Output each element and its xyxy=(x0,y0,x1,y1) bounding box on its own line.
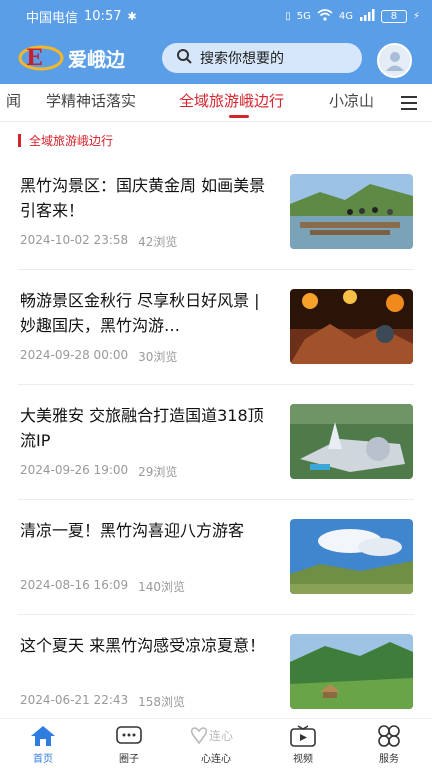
search-placeholder: 搜索你想要的 xyxy=(200,51,284,67)
news-item[interactable]: 清凉一夏！黑竹沟喜迎八方游客 2024-08-16 16:09 140浏览 xyxy=(0,500,432,615)
news-date: 2024-08-16 16:09 xyxy=(20,578,129,592)
tab-news[interactable]: 闻 xyxy=(6,90,21,111)
news-thumbnail xyxy=(290,289,413,364)
active-tab-indicator xyxy=(229,115,249,118)
network-label: 5G xyxy=(296,10,311,22)
news-item[interactable]: 黑竹沟景区：国庆黄金周 如画美景引客来！ 2024-10-02 23:58 42浏… xyxy=(0,155,432,270)
news-views: 42浏览 xyxy=(138,235,178,249)
news-thumbnail xyxy=(290,519,413,594)
app-logo: E 爱峨边 xyxy=(18,43,125,73)
nav-circle[interactable]: 圈子 xyxy=(99,719,159,768)
nav-service[interactable]: 服务 xyxy=(359,719,419,768)
category-tabs: 闻 学精神话落实 全域旅游峨边行 小凉山 xyxy=(0,84,432,122)
svg-text:E: E xyxy=(26,45,43,71)
bottom-nav: 首页 圈子 连心 心连心 视频 服务 xyxy=(0,718,432,768)
status-bar: 中国电信 10:57 ✱ ▯ 5G 4G 8 ⚡ xyxy=(0,0,432,32)
news-title: 清凉一夏！黑竹沟喜迎八方游客 xyxy=(20,521,245,540)
news-item[interactable]: 这个夏天 来黑竹沟感受凉凉夏意！ 2024-06-21 22:43 158浏览 xyxy=(0,615,432,730)
news-date: 2024-09-28 00:00 xyxy=(20,348,129,362)
tab-tourism[interactable]: 全域旅游峨边行 xyxy=(179,90,284,111)
tab-study-spirit[interactable]: 学精神话落实 xyxy=(46,90,136,111)
news-thumbnail xyxy=(290,634,413,709)
search-icon xyxy=(176,48,192,68)
signal-bars-icon xyxy=(359,8,375,24)
clock: 10:57 xyxy=(84,8,122,24)
avatar[interactable] xyxy=(377,43,412,78)
user-icon xyxy=(385,51,404,71)
app-name: 爱峨边 xyxy=(68,48,126,71)
home-icon xyxy=(31,726,55,746)
nav-video-label: 视频 xyxy=(293,754,313,765)
nav-circle-label: 圈子 xyxy=(119,754,139,765)
news-item[interactable]: 畅游景区金秋行 尽享秋日好风景 | 妙趣国庆，黑竹沟游… 2024-09-28 … xyxy=(0,270,432,385)
service-icon xyxy=(378,725,400,747)
news-date: 2024-06-21 22:43 xyxy=(20,693,129,707)
news-views: 29浏览 xyxy=(138,465,178,479)
search-bar[interactable]: 搜索你想要的 xyxy=(162,43,362,73)
nav-home[interactable]: 首页 xyxy=(13,719,73,768)
heart-logo-icon: 连心 xyxy=(190,727,233,745)
svg-text:连心: 连心 xyxy=(209,728,233,743)
channel-menu-button[interactable] xyxy=(386,84,432,121)
news-date: 2024-09-26 19:00 xyxy=(20,463,129,477)
nav-heart[interactable]: 连心 心连心 xyxy=(186,719,246,768)
news-thumbnail xyxy=(290,174,413,249)
nav-video[interactable]: 视频 xyxy=(273,719,333,768)
nav-home-label: 首页 xyxy=(33,754,53,765)
nav-heart-label: 心连心 xyxy=(201,754,231,765)
vibrate-icon: ▯ xyxy=(285,10,291,22)
battery-indicator: 8 xyxy=(380,9,407,23)
news-views: 158浏览 xyxy=(138,695,186,709)
news-title: 这个夏天 来黑竹沟感受凉凉夏意！ xyxy=(20,636,266,655)
video-icon xyxy=(290,725,316,747)
app-header: E 爱峨边 搜索你想要的 xyxy=(0,32,432,84)
news-views: 140浏览 xyxy=(138,580,186,594)
nav-service-label: 服务 xyxy=(379,754,399,765)
tab-xiaoliangshan[interactable]: 小凉山 xyxy=(329,90,374,111)
section-marker xyxy=(18,133,21,147)
section-label: 全域旅游峨边行 xyxy=(18,132,113,148)
news-views: 30浏览 xyxy=(138,350,178,364)
news-title: 畅游景区金秋行 尽享秋日好风景 | 妙趣国庆，黑竹沟游… xyxy=(20,291,260,335)
news-item[interactable]: 大美雅安 交旅融合打造国道318顶流IP 2024-09-26 19:00 29浏… xyxy=(0,385,432,500)
news-title: 黑竹沟景区：国庆黄金周 如画美景引客来！ xyxy=(20,176,266,220)
section-title: 全域旅游峨边行 xyxy=(29,133,114,148)
charging-icon: ⚡ xyxy=(412,10,420,22)
wifi-icon xyxy=(317,8,333,24)
news-thumbnail xyxy=(290,404,413,479)
carrier-label: 中国电信 xyxy=(26,10,79,26)
logo-mark-icon: E xyxy=(18,43,64,73)
bluetooth-icon: ✱ xyxy=(127,9,137,23)
chat-icon xyxy=(116,726,142,744)
signal-label: 4G xyxy=(338,10,353,22)
news-title: 大美雅安 交旅融合打造国道318顶流IP xyxy=(20,406,264,450)
news-date: 2024-10-02 23:58 xyxy=(20,233,129,247)
